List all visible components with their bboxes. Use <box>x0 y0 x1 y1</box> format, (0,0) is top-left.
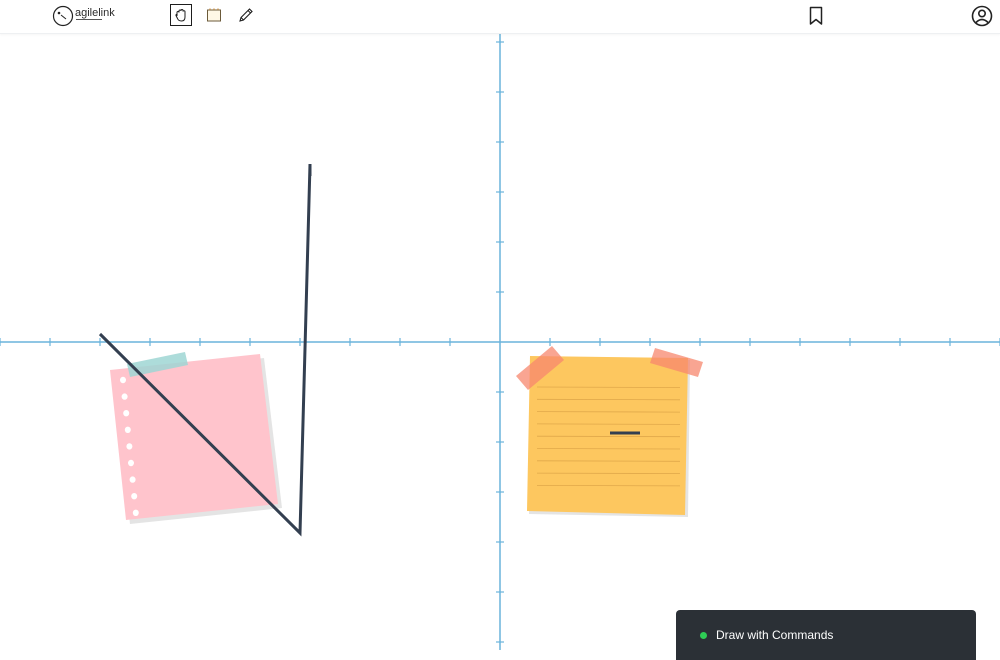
ruled-line <box>536 398 681 401</box>
ruled-line <box>536 435 681 438</box>
account-button[interactable] <box>971 5 993 27</box>
app-logo[interactable]: agilelink <box>52 5 115 27</box>
logo-text: agilelink <box>75 7 115 19</box>
pencil-icon <box>239 8 253 22</box>
bookmark-icon <box>809 6 823 25</box>
notebook-hole <box>132 509 139 516</box>
top-toolbar: agilelink <box>0 0 1000 34</box>
bookmark-button[interactable] <box>806 6 826 26</box>
ruled-line <box>536 423 681 425</box>
sticky-note-tool-button[interactable] <box>204 5 224 25</box>
ruled-line <box>536 386 681 388</box>
notebook-hole <box>124 426 131 433</box>
sticky-note-icon <box>207 8 221 22</box>
ruled-line <box>536 460 681 462</box>
account-circle-icon <box>971 5 993 27</box>
orange-lined-note[interactable] <box>516 346 703 517</box>
hand-icon <box>175 8 186 22</box>
draw-with-commands-label: Draw with Commands <box>716 628 834 642</box>
logo-mark-icon <box>52 5 74 27</box>
notebook-hole <box>123 410 130 417</box>
logo-underline <box>76 19 102 20</box>
status-indicator-dot <box>700 631 707 639</box>
notebook-hole <box>120 376 126 384</box>
notebook-hole <box>128 459 134 467</box>
ruled-line <box>536 448 681 450</box>
hand-tool-button[interactable] <box>170 4 192 26</box>
draw-with-commands-panel[interactable]: Draw with Commands <box>676 610 976 660</box>
pencil-tool-button[interactable] <box>236 5 256 25</box>
notebook-hole <box>121 393 128 400</box>
ruled-line <box>536 411 681 413</box>
pink-notebook-note[interactable] <box>110 352 282 524</box>
notebook-hole <box>129 476 136 483</box>
notebook-hole <box>126 443 133 450</box>
coordinate-axes <box>0 34 1000 650</box>
ruled-line <box>536 484 681 487</box>
whiteboard-drawing-layer <box>0 34 1000 650</box>
ruled-line <box>536 472 681 475</box>
notebook-hole <box>131 493 138 500</box>
